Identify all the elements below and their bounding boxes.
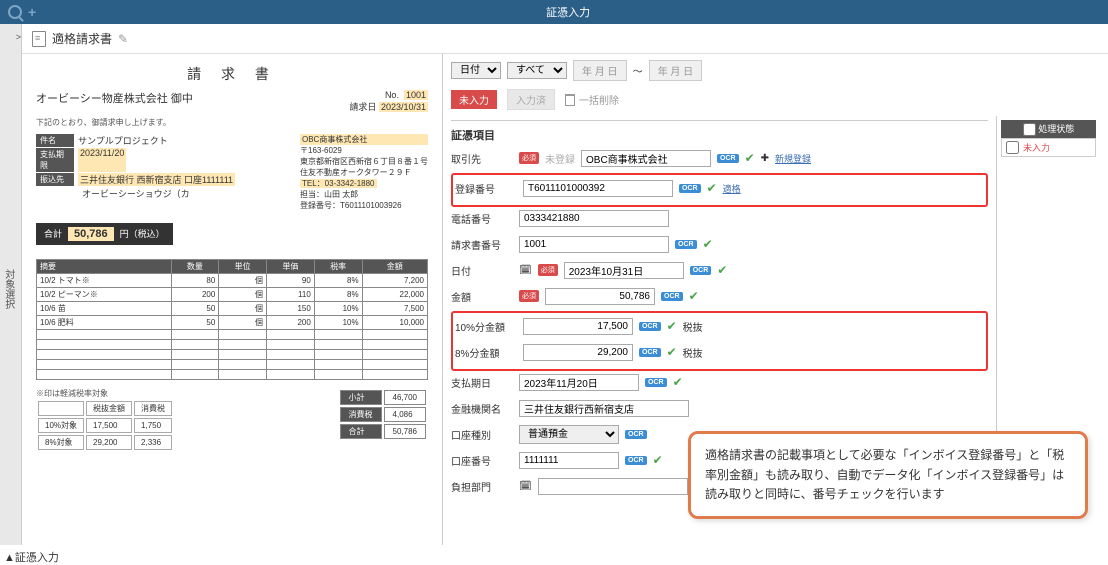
invno-input[interactable] [519, 236, 669, 253]
paydate-input[interactable] [519, 374, 639, 391]
invoice-total: 合計 50,786 円（税込） [36, 223, 173, 245]
doc-header: 適格請求書 ✎ [22, 24, 1108, 54]
regno-input[interactable] [523, 180, 673, 197]
tab-done[interactable]: 入力済 [507, 89, 555, 110]
trash-icon [565, 94, 575, 106]
invoice-preview: 請 求 書 オービーシー物産株式会社 御中 No. 1001 請求日 2023/… [22, 54, 442, 545]
callout: 適格請求書の記載事項として必要な「インボイス登録番号」と「税率別金額」も読み取り… [688, 431, 1088, 519]
plus-icon[interactable]: ✚ [761, 153, 769, 164]
side-tab[interactable]: > 対象選択 [0, 24, 22, 545]
date-input[interactable] [564, 262, 684, 279]
date-to[interactable]: 年 月 日 [649, 60, 703, 81]
summary-table: 小計46,700消費税4,086合計50,786 [338, 388, 428, 441]
partner-input[interactable] [581, 150, 711, 167]
issuer-name: OBC商事株式会社 [300, 134, 428, 145]
date-from[interactable]: 年 月 日 [573, 60, 627, 81]
document-icon [32, 31, 46, 47]
filter-all[interactable]: すべて [507, 62, 567, 79]
add-icon[interactable]: + [28, 4, 36, 20]
status-row[interactable]: 未入力 [1001, 138, 1096, 157]
amount8-input[interactable] [523, 344, 633, 361]
status-check-all[interactable] [1023, 123, 1036, 136]
amount-input[interactable] [545, 288, 655, 305]
bulk-delete[interactable]: 一括削除 [565, 92, 619, 107]
invoice-title: 請 求 書 [36, 64, 428, 84]
tel-input[interactable] [519, 210, 669, 227]
dept-input[interactable] [538, 478, 688, 495]
tax-rate-table: 税抜金額消費税10%対象17,5001,7508%対象29,2002,336 [36, 399, 174, 452]
doc-title: 適格請求書 [52, 30, 112, 47]
form-section-title: 証憑項目 [451, 120, 988, 143]
side-tab-label: 対象選択 [1, 32, 16, 545]
regno-valid-link[interactable]: 適格 [723, 182, 741, 195]
acctno-input[interactable] [519, 452, 619, 469]
invoice-line-table: 摘要数量単位単価税率金額 10/2 トマト※80個908%7,20010/2 ピ… [36, 259, 428, 380]
search-icon[interactable] [8, 5, 22, 19]
invoice-recipient: オービーシー物産株式会社 御中 [36, 90, 193, 113]
caption: ▲証憑入力 [0, 549, 1108, 565]
main: > 対象選択 適格請求書 ✎ 請 求 書 オービーシー物産株式会社 御中 No.… [0, 24, 1108, 545]
filter-date-type[interactable]: 日付 [451, 62, 501, 79]
edit-icon[interactable]: ✎ [118, 32, 128, 46]
collapse-icon[interactable]: > [16, 32, 21, 42]
tab-pending[interactable]: 未入力 [451, 90, 497, 109]
amount10-input[interactable] [523, 318, 633, 335]
titlebar: + 証憑入力 [0, 0, 1108, 24]
accttype-select[interactable]: 普通預金 [519, 425, 619, 444]
bank-input[interactable] [519, 400, 689, 417]
invoice-no: 1001 [404, 90, 428, 100]
new-register-link[interactable]: 新規登録 [775, 152, 811, 165]
invoice-date: 2023/10/31 [379, 102, 428, 112]
app-title: 証憑入力 [36, 4, 1100, 20]
